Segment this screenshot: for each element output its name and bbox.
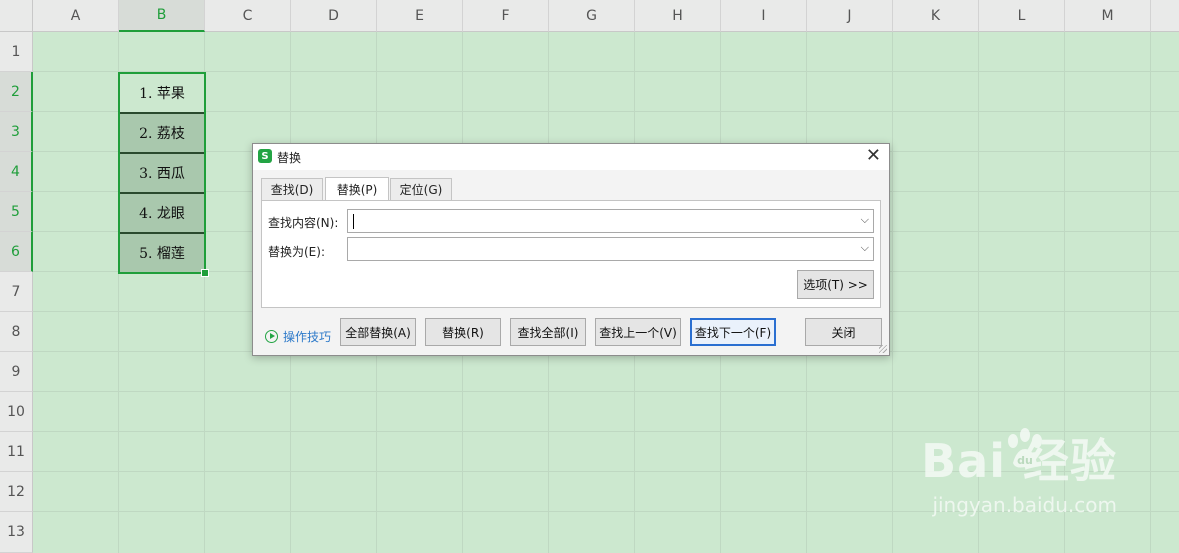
cell-b6[interactable]: 5. 榴莲 (119, 233, 205, 273)
text-caret (353, 214, 354, 229)
options-button[interactable]: 选项(T) >> (797, 270, 874, 299)
column-header-i[interactable]: I (721, 0, 807, 32)
replace-input[interactable] (352, 239, 842, 259)
row-header-2[interactable]: 2 (0, 72, 33, 112)
dialog-title: 替换 (277, 151, 302, 165)
replace-all-button[interactable]: 全部替换(A) (340, 318, 416, 346)
row-header-10[interactable]: 10 (0, 392, 33, 432)
tab-find[interactable]: 查找(D) (261, 178, 323, 200)
find-next-button[interactable]: 查找下一个(F) (690, 318, 776, 346)
cell-b3[interactable]: 2. 荔枝 (119, 113, 205, 153)
replace-panel: 查找内容(N): ⌵ 替换为(E): ⌵ 选项(T) >> (261, 200, 881, 308)
close-button[interactable]: 关闭 (805, 318, 882, 346)
column-header-l[interactable]: L (979, 0, 1065, 32)
replace-label: 替换为(E): (268, 245, 325, 259)
replace-combobox[interactable]: ⌵ (347, 237, 874, 261)
row-header-11[interactable]: 11 (0, 432, 33, 472)
cell-b4[interactable]: 3. 西瓜 (119, 153, 205, 193)
tab-replace[interactable]: 替换(P) (325, 177, 389, 201)
find-input[interactable] (352, 211, 842, 231)
find-previous-button[interactable]: 查找上一个(V) (595, 318, 681, 346)
row-header-1[interactable]: 1 (0, 32, 33, 72)
column-header-e[interactable]: E (377, 0, 463, 32)
row-header-4[interactable]: 4 (0, 152, 33, 192)
close-icon[interactable]: ✕ (866, 146, 881, 166)
tab-goto[interactable]: 定位(G) (390, 178, 452, 200)
chevron-down-icon[interactable]: ⌵ (861, 241, 869, 255)
cell-b5[interactable]: 4. 龙眼 (119, 193, 205, 233)
row-header-3[interactable]: 3 (0, 112, 33, 152)
dialog-title-bar[interactable]: S 替换 ✕ (253, 144, 889, 170)
find-all-button[interactable]: 查找全部(I) (510, 318, 586, 346)
find-replace-dialog[interactable]: S 替换 ✕ 查找(D) 替换(P) 定位(G) 查找内容(N): ⌵ 替换为(… (252, 143, 890, 356)
find-combobox[interactable]: ⌵ (347, 209, 874, 233)
grid-line (33, 71, 1179, 72)
play-circle-icon (265, 330, 278, 343)
row-header-12[interactable]: 12 (0, 472, 33, 512)
svg-text:du: du (1017, 454, 1033, 467)
column-header-a[interactable]: A (33, 0, 119, 32)
select-all-corner[interactable] (0, 0, 33, 32)
tips-link-label[interactable]: 操作技巧 (283, 328, 331, 345)
chevron-down-icon[interactable]: ⌵ (861, 213, 869, 227)
column-header-j[interactable]: J (807, 0, 893, 32)
column-header-c[interactable]: C (205, 0, 291, 32)
column-header-k[interactable]: K (893, 0, 979, 32)
replace-button[interactable]: 替换(R) (425, 318, 501, 346)
cell-b2[interactable]: 1. 苹果 (119, 73, 205, 113)
grid-line (33, 391, 1179, 392)
column-header-g[interactable]: G (549, 0, 635, 32)
column-header-m[interactable]: M (1065, 0, 1151, 32)
row-header-9[interactable]: 9 (0, 352, 33, 392)
column-header-h[interactable]: H (635, 0, 721, 32)
find-label: 查找内容(N): (268, 216, 339, 230)
baidu-jingyan-watermark: Bai 经验 du jingyan.baidu.com (921, 425, 1117, 517)
wps-app-icon: S (258, 149, 272, 163)
column-header-d[interactable]: D (291, 0, 377, 32)
row-header-7[interactable]: 7 (0, 272, 33, 312)
row-header-8[interactable]: 8 (0, 312, 33, 352)
column-header-f[interactable]: F (463, 0, 549, 32)
resize-grip[interactable] (879, 345, 887, 353)
row-header-5[interactable]: 5 (0, 192, 33, 232)
fill-handle[interactable] (201, 269, 209, 277)
column-header-b[interactable]: B (119, 0, 205, 32)
watermark-url: jingyan.baidu.com (932, 493, 1117, 517)
tips-link[interactable]: 操作技巧 (265, 328, 331, 345)
paw-icon: du (1008, 428, 1043, 468)
row-header-6[interactable]: 6 (0, 232, 33, 272)
row-header-13[interactable]: 13 (0, 512, 33, 553)
column-header-partial (1151, 0, 1179, 32)
